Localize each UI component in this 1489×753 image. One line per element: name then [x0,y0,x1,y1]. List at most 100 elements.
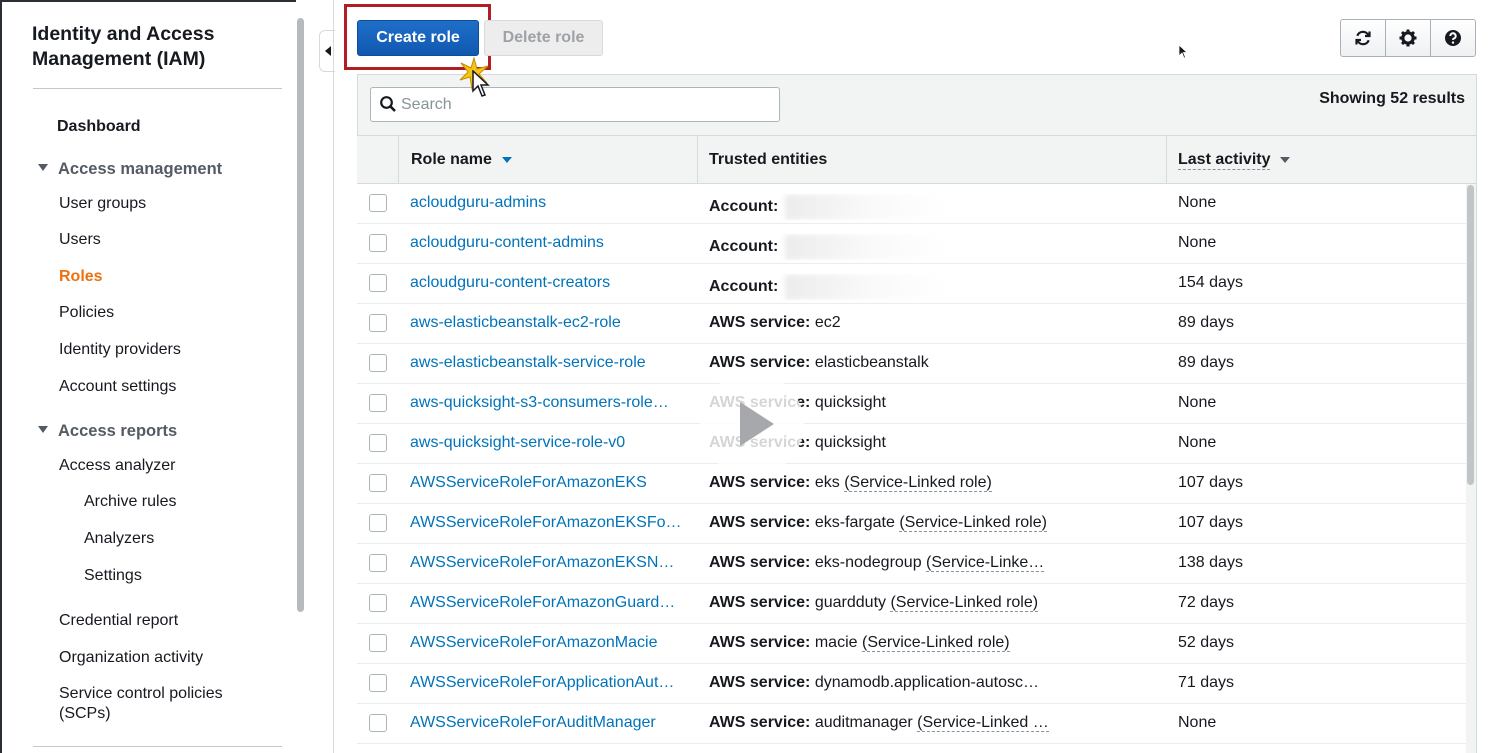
help-button[interactable] [1430,19,1476,57]
sidebar-item-users[interactable]: Users [59,230,101,250]
row-checkbox[interactable] [369,314,387,332]
table-row[interactable]: AWSServiceRoleForAuditManager AWS service… [357,704,1466,744]
redacted-account-id [784,234,945,260]
caret-left-icon [325,46,331,56]
help-icon [1445,30,1461,46]
sidebar-item-scps[interactable]: Service control policies (SCPs) [59,684,259,724]
row-checkbox[interactable] [369,274,387,292]
sidebar-item-policies[interactable]: Policies [59,303,114,323]
column-header-role-name[interactable]: Role name [411,136,512,184]
role-name-link[interactable]: acloudguru-content-admins [410,234,604,252]
role-name-link[interactable]: AWSServiceRoleForAmazonMacie [410,634,657,652]
row-checkbox[interactable] [369,474,387,492]
trusted-entity-value: guardduty [814,594,887,611]
table-row[interactable]: AWSServiceRoleForAmazonMacie AWS service:… [357,624,1466,664]
section-label: Access management [58,160,223,178]
table-row[interactable]: aws-elasticbeanstalk-ec2-role AWS service… [357,304,1466,344]
settings-button[interactable] [1385,19,1431,57]
sidebar-section-access-reports[interactable]: Access reports [38,421,177,441]
table-row[interactable]: AWSServiceRoleForAmazonGuard… AWS service… [357,584,1466,624]
role-name-link[interactable]: AWSServiceRoleForAmazonGuard… [410,594,675,612]
row-checkbox[interactable] [369,434,387,452]
row-checkbox[interactable] [369,354,387,372]
row-checkbox[interactable] [369,674,387,692]
row-checkbox[interactable] [369,234,387,252]
trusted-entity-value: eks [814,474,840,491]
role-name-link[interactable]: aws-elasticbeanstalk-ec2-role [410,314,621,332]
table-row[interactable]: acloudguru-content-creators Account: 154 … [357,264,1466,304]
trusted-entity-label: Account: [709,198,779,216]
table-row[interactable]: AWSServiceRoleForApplicationAut… AWS serv… [357,664,1466,704]
sidebar-item-roles[interactable]: Roles [59,267,103,287]
trusted-entity-value: ec2 [814,314,841,331]
refresh-button[interactable] [1340,19,1386,57]
table-row[interactable]: AWSServiceRoleForAmazonEKS AWS service: e… [357,464,1466,504]
trusted-entity: AWS service: dynamodb.application-autosc… [709,674,1039,692]
table-row[interactable]: acloudguru-admins Account: None [357,184,1466,224]
trusted-entity-value: quicksight [814,434,886,451]
role-name-link[interactable]: acloudguru-admins [410,194,546,212]
column-header-trusted-entities: Trusted entities [709,151,828,168]
row-checkbox[interactable] [369,634,387,652]
last-activity: 89 days [1178,314,1235,331]
sidebar-item-settings[interactable]: Settings [84,566,142,586]
row-checkbox[interactable] [369,714,387,732]
redacted-account-id [784,274,945,300]
table-row[interactable]: aws-elasticbeanstalk-service-role AWS ser… [357,344,1466,384]
sidebar-item-identity-providers[interactable]: Identity providers [59,340,181,360]
sidebar-section-access-management[interactable]: Access management [38,159,222,179]
row-checkbox[interactable] [369,554,387,572]
sort-desc-icon [501,157,512,163]
trusted-entity: Account: [709,194,945,220]
role-name-link[interactable]: aws-elasticbeanstalk-service-role [410,354,646,372]
trusted-entity-value: auditmanager [814,714,913,731]
role-name-link[interactable]: aws-quicksight-s3-consumers-role… [410,394,669,412]
table-row[interactable]: AWSServiceRoleForAmazonEKSN… AWS service:… [357,544,1466,584]
sidebar-title[interactable]: Identity and Access Management (IAM) [32,22,272,72]
search-input[interactable] [401,88,771,121]
role-name-link[interactable]: AWSServiceRoleForAuditManager [410,714,656,732]
column-label: Last activity [1178,150,1271,170]
role-name-link[interactable]: acloudguru-content-creators [410,274,610,292]
table-row[interactable]: AWSServiceRoleForAmazonEKSFo… AWS service… [357,504,1466,544]
role-name-link[interactable]: AWSServiceRoleForAmazonEKSFo… [410,514,682,532]
delete-role-button[interactable]: Delete role [484,20,603,56]
column-header-last-activity[interactable]: Last activity [1178,136,1291,184]
sidebar-item-organization-activity[interactable]: Organization activity [59,648,203,668]
sidebar-item-analyzers[interactable]: Analyzers [84,529,154,549]
table-row[interactable]: aws-quicksight-service-role-v0AWS servic… [357,424,1466,464]
service-linked-note[interactable]: (Service-Linke… [926,554,1045,572]
table-row[interactable]: acloudguru-content-admins Account: None [357,224,1466,264]
service-linked-note[interactable]: (Service-Linked … [917,714,1049,732]
role-name-link[interactable]: AWSServiceRoleForAmazonEKSN… [410,554,674,572]
role-name-link[interactable]: AWSServiceRoleForAmazonEKS [410,474,647,492]
role-name-link[interactable]: aws-quicksight-service-role-v0 [410,434,625,452]
sidebar-item-access-analyzer[interactable]: Access analyzer [59,456,176,476]
role-name-link[interactable]: AWSServiceRoleForApplicationAut… [410,674,674,692]
video-play-button[interactable] [700,372,804,476]
row-checkbox[interactable] [369,594,387,612]
trusted-entity-label: Account: [709,278,779,296]
service-linked-note[interactable]: (Service-Linked role) [899,514,1047,532]
table-scrollbar[interactable] [1467,185,1474,485]
service-linked-note[interactable]: (Service-Linked role) [890,594,1039,612]
service-linked-note[interactable]: (Service-Linked role) [861,634,1010,652]
search-box[interactable] [370,87,780,122]
results-count: Showing 52 results [1319,90,1465,107]
row-checkbox[interactable] [369,194,387,212]
sidebar-item-dashboard[interactable]: Dashboard [57,117,141,137]
column-divider [1166,136,1167,184]
service-linked-note[interactable]: (Service-Linked role) [844,474,992,492]
trusted-entity-value: eks-fargate [814,514,895,531]
table-body: acloudguru-admins Account: None acloudguru… [357,184,1466,753]
row-checkbox[interactable] [369,394,387,412]
sidebar-item-credential-report[interactable]: Credential report [59,611,178,631]
row-checkbox[interactable] [369,514,387,532]
sidebar-scrollbar[interactable] [297,18,304,612]
trusted-entity: AWS service: auditmanager (Service-Linke… [709,714,1049,732]
sidebar-item-user-groups[interactable]: User groups [59,194,146,214]
trusted-entity-label: AWS service: [709,354,811,371]
sidebar-item-account-settings[interactable]: Account settings [59,377,176,397]
table-row[interactable]: aws-quicksight-s3-consumers-role…AWS ser… [357,384,1466,424]
sidebar-item-archive-rules[interactable]: Archive rules [84,492,176,512]
